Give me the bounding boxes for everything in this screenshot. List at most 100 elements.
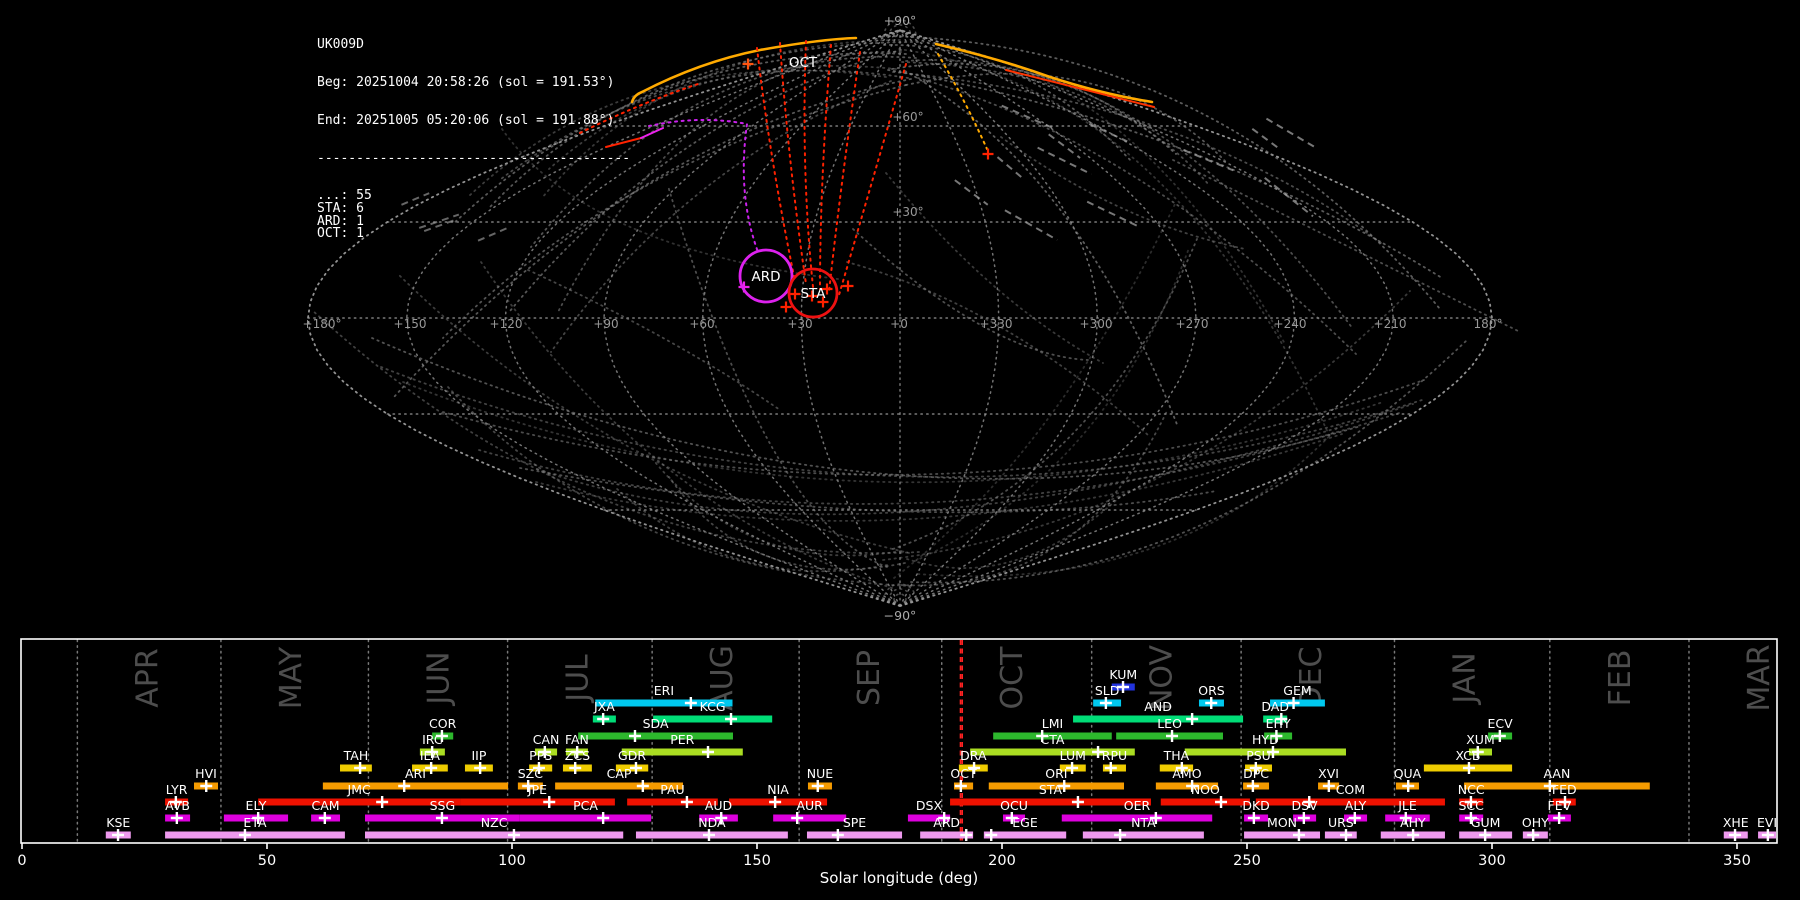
shower-code-label: FAN <box>565 732 589 747</box>
x-tick-label: 350 <box>1723 853 1751 869</box>
shower-bar-oct: OCT <box>950 766 977 792</box>
shower-code-label: AMO <box>1172 766 1201 781</box>
shower-code-label: GDR <box>618 748 646 763</box>
shower-code-label: STA <box>1039 782 1063 797</box>
shower-code-label: COM <box>1336 782 1365 797</box>
shower-code-label: AHY <box>1400 815 1426 830</box>
shower-code-label: JMC <box>347 782 371 797</box>
shower-bar-avb: AVB <box>165 798 191 824</box>
shower-code-label: URS <box>1328 815 1354 830</box>
lon-label: +180° <box>303 317 342 331</box>
shower-code-label: IIP <box>471 748 486 763</box>
x-tick-label: 0 <box>17 853 26 869</box>
shower-bar-nda: NDA <box>635 815 788 841</box>
shower-code-label: NDA <box>698 815 726 830</box>
shower-code-label: SSG <box>430 798 456 813</box>
shower-code-label: OHY <box>1522 815 1549 830</box>
shower-code-label: ERI <box>654 683 674 698</box>
count-line: OCT: 1 <box>317 226 364 242</box>
shower-code-label: EVI <box>1757 815 1777 830</box>
shower-code-label: SPE <box>843 815 866 830</box>
shower-code-label: LMI <box>1042 716 1063 731</box>
shower-code-label: ECV <box>1487 716 1513 731</box>
lon-label: +0 <box>890 317 908 331</box>
shower-code-label: IRC <box>422 732 443 747</box>
shower-code-label: PER <box>670 732 694 747</box>
shower-trails <box>579 36 1155 296</box>
shower-code-label: AVB <box>165 798 190 813</box>
shower-code-label: LUM <box>1060 748 1086 763</box>
shower-code-label: KCG <box>700 699 726 714</box>
lon-label: +240 <box>1274 317 1307 331</box>
month-label-mar: MAR <box>1742 644 1777 711</box>
shower-code-label: DPC <box>1243 766 1269 781</box>
lon-label: +90 <box>593 317 618 331</box>
shower-code-label: KSE <box>106 815 130 830</box>
month-label-jul: JUL <box>561 654 596 704</box>
shower-code-label: RPU <box>1102 748 1127 763</box>
shower-code-label: JPE <box>527 782 547 797</box>
x-tick-label: 50 <box>258 853 276 869</box>
x-tick-label: 150 <box>743 853 771 869</box>
sky-and-timeline-plot: ARD STA +90° −90° +60° +30° +180° +150 +120 +90 +6… <box>17 13 1778 887</box>
radiant-label-sta: STA <box>800 286 826 302</box>
shower-code-label: PSU <box>1246 748 1271 763</box>
shower-code-label: LYR <box>166 782 188 797</box>
shower-bar-fev: FEV <box>1548 798 1572 824</box>
shower-code-label: DAD <box>1261 699 1289 714</box>
shower-code-label: ORS <box>1198 683 1225 698</box>
shower-code-label: CTA <box>1040 732 1064 747</box>
shower-code-label: ETA <box>243 815 267 830</box>
shower-code-label: OER <box>1124 798 1151 813</box>
shower-code-label: AUR <box>796 798 823 813</box>
pole-label-north: +90° <box>884 13 917 28</box>
shower-code-label: KUM <box>1109 667 1137 682</box>
shower-bar-xcb: XCB <box>1423 748 1513 774</box>
shower-bar-zcs: ZCS <box>562 748 592 774</box>
shower-code-label: ORI <box>1045 766 1067 781</box>
shower-code-label: NOO <box>1191 782 1220 797</box>
shower-bar-sld: SLD <box>1093 683 1122 709</box>
shower-code-label: CAM <box>312 798 340 813</box>
dec-label: +30° <box>892 205 923 219</box>
shower-code-label: DSV <box>1292 798 1319 813</box>
shower-code-label: SCC <box>1458 798 1484 813</box>
shower-code-label: ELY <box>246 798 267 813</box>
lon-label: +30 <box>787 317 812 331</box>
shower-bar-dpc: DPC <box>1243 766 1269 792</box>
shower-code-label: OCT <box>950 766 977 781</box>
month-label-apr: APR <box>130 648 165 707</box>
x-tick-label: 100 <box>498 853 526 869</box>
shower-bar-nue: NUE <box>807 766 833 792</box>
shower-bar-cam: CAM <box>311 798 341 824</box>
lon-label: +150 <box>394 317 427 331</box>
x-tick-label: 250 <box>1233 853 1261 869</box>
shower-code-label: XHE <box>1723 815 1749 830</box>
shower-bar-rpu: RPU <box>1102 748 1127 774</box>
shower-code-label: PCA <box>573 798 598 813</box>
shower-code-label: LEO <box>1157 716 1182 731</box>
shower-code-label: DKD <box>1242 798 1269 813</box>
shower-code-label: DRA <box>960 748 987 763</box>
shower-code-label: QUA <box>1394 766 1422 781</box>
shower-code-label: MON <box>1267 815 1297 830</box>
shower-code-label: AND <box>1144 699 1172 714</box>
shower-code-label: NCC <box>1458 782 1485 797</box>
shower-code-label: XUM <box>1466 732 1495 747</box>
shower-code-label: ALY <box>1345 798 1367 813</box>
shower-code-label: AAN <box>1544 766 1571 781</box>
shower-code-label: PPS <box>529 748 552 763</box>
shower-code-label: DSX <box>916 798 943 813</box>
lon-label: +300 <box>1080 317 1113 331</box>
shower-bar-ege: EGE <box>983 815 1067 841</box>
x-tick-label: 300 <box>1478 853 1506 869</box>
shower-code-label: EGE <box>1012 815 1038 830</box>
shower-code-label: NUE <box>807 766 833 781</box>
shower-code-label: NZC <box>481 815 508 830</box>
month-label-oct: OCT <box>995 646 1030 710</box>
shower-code-label: TAH <box>343 748 369 763</box>
shower-code-label: NTA <box>1131 815 1156 830</box>
shower-code-label: OCU <box>1000 798 1028 813</box>
dec-label: +60° <box>892 110 923 124</box>
month-label-jun: JUN <box>421 651 456 706</box>
